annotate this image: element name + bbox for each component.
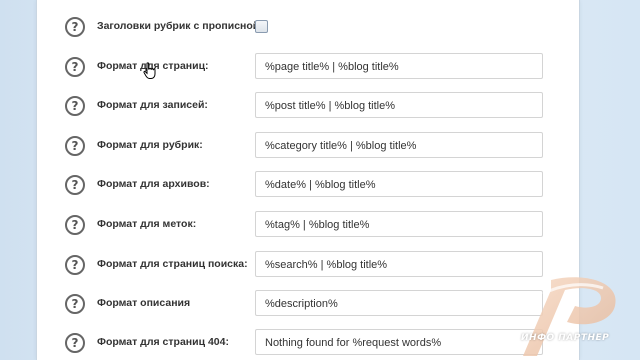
hand-pointer-icon xyxy=(143,62,156,79)
search-format-input[interactable]: %search% | %blog title% xyxy=(255,251,543,277)
404-format-input[interactable]: Nothing found for %request words% xyxy=(255,329,543,355)
row-label: Формат для страниц поиска: xyxy=(97,258,248,270)
help-icon[interactable]: ? xyxy=(65,333,85,353)
row-label: Формат для архивов: xyxy=(97,178,210,190)
settings-row-capitalize-categories: ? Заголовки рубрик с прописной: xyxy=(37,12,579,42)
settings-panel: ? Заголовки рубрик с прописной: ? Формат… xyxy=(36,0,580,360)
row-label: Формат описания xyxy=(97,297,191,309)
help-icon[interactable]: ? xyxy=(65,294,85,314)
settings-row-page-format: ? Формат для страниц: %page title% | %bl… xyxy=(37,52,579,82)
row-label: Формат для записей: xyxy=(97,99,208,111)
description-format-input[interactable]: %description% xyxy=(255,290,543,316)
category-format-input[interactable]: %category title% | %blog title% xyxy=(255,132,543,158)
settings-row-search-format: ? Формат для страниц поиска: %search% | … xyxy=(37,250,579,280)
help-icon[interactable]: ? xyxy=(65,96,85,116)
row-label: Формат для рубрик: xyxy=(97,139,203,151)
infopartner-logo xyxy=(523,277,616,356)
capitalize-categories-checkbox[interactable] xyxy=(255,20,268,33)
settings-row-404-format: ? Формат для страниц 404: Nothing found … xyxy=(37,328,579,358)
help-icon[interactable]: ? xyxy=(65,17,85,37)
help-icon[interactable]: ? xyxy=(65,136,85,156)
archive-format-input[interactable]: %date% | %blog title% xyxy=(255,171,543,197)
settings-row-tag-format: ? Формат для меток: %tag% | %blog title% xyxy=(37,210,579,240)
settings-row-description-format: ? Формат описания %description% xyxy=(37,289,579,319)
help-icon[interactable]: ? xyxy=(65,255,85,275)
post-format-input[interactable]: %post title% | %blog title% xyxy=(255,92,543,118)
page-format-input[interactable]: %page title% | %blog title% xyxy=(255,53,543,79)
settings-row-category-format: ? Формат для рубрик: %category title% | … xyxy=(37,131,579,161)
help-icon[interactable]: ? xyxy=(65,57,85,77)
settings-row-archive-format: ? Формат для архивов: %date% | %blog tit… xyxy=(37,170,579,200)
row-label: Формат для страниц 404: xyxy=(97,336,229,348)
row-label: Формат для меток: xyxy=(97,218,197,230)
tag-format-input[interactable]: %tag% | %blog title% xyxy=(255,211,543,237)
help-icon[interactable]: ? xyxy=(65,215,85,235)
row-label: Заголовки рубрик с прописной: xyxy=(97,20,263,32)
help-icon[interactable]: ? xyxy=(65,175,85,195)
watermark-text: ИНФО ПАРТНЕР xyxy=(521,333,610,343)
settings-row-post-format: ? Формат для записей: %post title% | %bl… xyxy=(37,91,579,121)
